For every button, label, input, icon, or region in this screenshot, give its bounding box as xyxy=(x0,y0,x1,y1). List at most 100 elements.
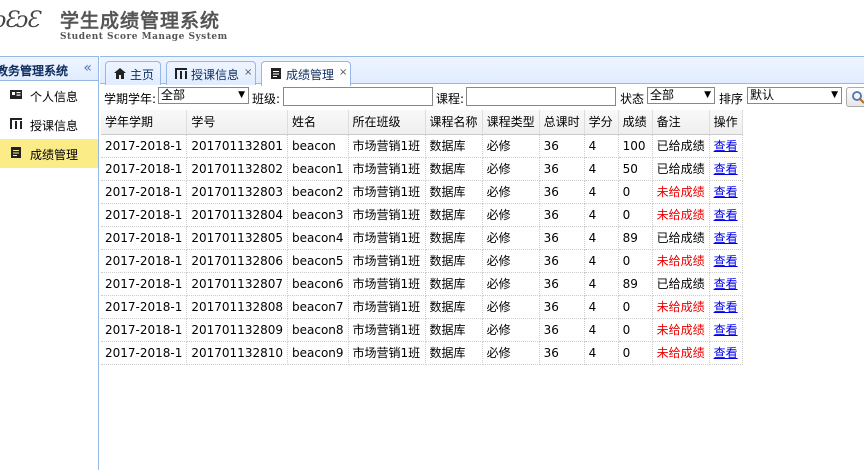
tab-label: 授课信息 xyxy=(191,68,240,82)
tab-home[interactable]: 主页 xyxy=(105,61,161,85)
tab-label: 成绩管理 xyxy=(286,68,335,82)
term-label: 学期学年: xyxy=(104,92,157,106)
id-card-icon xyxy=(10,90,22,99)
table-row[interactable]: 2017-2018-1 201701132807 beacon6 市场营销1班 数据库必… xyxy=(101,272,743,296)
student-id-cell: 201701132806 xyxy=(186,249,288,273)
term-select-value: 全部 xyxy=(161,88,186,102)
table-row[interactable]: 2017-2018-1 201701132808 beacon7 市场营销1班 数据库必… xyxy=(101,295,743,319)
hours-cell: 36 xyxy=(539,180,585,204)
course-cell: 数据库 xyxy=(425,203,483,227)
double-chevron-left-icon[interactable]: « xyxy=(83,60,92,76)
student-id-cell: 201701132808 xyxy=(186,295,288,319)
score-cell: 100 xyxy=(618,134,653,158)
table-row[interactable]: 2017-2018-1 201701132801 beacon 市场营销1班 数据库 必修… xyxy=(101,134,743,158)
sidebar-item-grade-management[interactable]: 成绩管理 xyxy=(0,139,98,168)
credit-cell: 4 xyxy=(584,295,619,319)
table-row[interactable]: 2017-2018-1 201701132803 beacon2 市场营销1班 数据库必… xyxy=(101,180,743,204)
remark-cell: 已给成绩 xyxy=(652,157,710,181)
document-icon xyxy=(11,147,21,158)
sort-select[interactable]: 默认 ▼ xyxy=(747,87,842,104)
hours-cell: 36 xyxy=(539,295,585,319)
course-cell: 数据库 xyxy=(425,272,483,296)
search-button[interactable] xyxy=(846,87,864,107)
sidebar-item-teaching-info[interactable]: 授课信息 xyxy=(0,110,98,139)
tab-bar: 主页 授课信息 × 成绩管理 × xyxy=(100,56,864,86)
grades-table: 学年学期 学号 姓名 所在班级 课程名称 课程类型 总课时 学分 成绩 备注 操… xyxy=(101,110,743,365)
term-cell: 2017-2018-1 xyxy=(101,272,188,296)
sidebar-item-personal-info[interactable]: 个人信息 xyxy=(0,81,98,110)
course-cell: 数据库 xyxy=(425,226,483,250)
table-header-row: 学年学期 学号 姓名 所在班级 课程名称 课程类型 总课时 学分 成绩 备注 操… xyxy=(101,110,743,135)
view-link[interactable]: 查看 xyxy=(714,323,738,337)
action-cell: 查看 xyxy=(709,226,743,250)
table-row[interactable]: 2017-2018-1 201701132804 beacon3 市场营销1班 数据库必… xyxy=(101,203,743,227)
column-header[interactable]: 备注 xyxy=(652,110,710,135)
column-header[interactable]: 操作 xyxy=(709,110,743,135)
sidebar-item-label: 个人信息 xyxy=(30,90,79,104)
column-header[interactable]: 所在班级 xyxy=(348,110,426,135)
hours-cell: 36 xyxy=(539,249,585,273)
action-cell: 查看 xyxy=(709,318,743,342)
column-header[interactable]: 学分 xyxy=(584,110,619,135)
table-row[interactable]: 2017-2018-1 201701132802 beacon1 市场营销1班 数据库必… xyxy=(101,157,743,181)
tab-grade-management[interactable]: 成绩管理 × xyxy=(261,61,351,86)
column-header[interactable]: 学年学期 xyxy=(101,110,188,135)
credit-cell: 4 xyxy=(584,134,619,158)
table-row[interactable]: 2017-2018-1 201701132806 beacon5 市场营销1班 数据库必… xyxy=(101,249,743,273)
column-header[interactable]: 成绩 xyxy=(618,110,653,135)
column-header[interactable]: 总课时 xyxy=(539,110,585,135)
filter-toolbar: 学期学年: 全部 ▼ 班级: 课程: 状态 全部 ▼ 排序 默认 ▼ xyxy=(101,86,864,108)
remark-cell: 未给成绩 xyxy=(652,203,710,227)
status-select[interactable]: 全部 ▼ xyxy=(647,87,715,104)
column-header[interactable]: 姓名 xyxy=(287,110,349,135)
hours-cell: 36 xyxy=(539,203,585,227)
view-link[interactable]: 查看 xyxy=(714,300,738,314)
credit-cell: 4 xyxy=(584,272,619,296)
view-link[interactable]: 查看 xyxy=(714,208,738,222)
term-cell: 2017-2018-1 xyxy=(101,249,188,273)
action-cell: 查看 xyxy=(709,272,743,296)
column-header[interactable]: 课程名称 xyxy=(425,110,483,135)
term-cell: 2017-2018-1 xyxy=(101,295,188,319)
student-id-cell: 201701132801 xyxy=(186,134,288,158)
column-header[interactable]: 课程类型 xyxy=(482,110,540,135)
column-header[interactable]: 学号 xyxy=(186,110,288,135)
view-link[interactable]: 查看 xyxy=(714,185,738,199)
name-cell: beacon1 xyxy=(287,157,349,181)
name-cell: beacon4 xyxy=(287,226,349,250)
course-type-cell: 必修 xyxy=(482,134,540,158)
hours-cell: 36 xyxy=(539,341,585,365)
view-link[interactable]: 查看 xyxy=(714,254,738,268)
student-id-cell: 201701132810 xyxy=(186,341,288,365)
table-row[interactable]: 2017-2018-1 201701132805 beacon4 市场营销1班 数据库必… xyxy=(101,226,743,250)
class-input[interactable] xyxy=(283,87,433,106)
course-type-cell: 必修 xyxy=(482,226,540,250)
table-row[interactable]: 2017-2018-1 201701132810 beacon9 市场营销1班 数据库必… xyxy=(101,341,743,365)
score-cell: 0 xyxy=(618,203,653,227)
term-cell: 2017-2018-1 xyxy=(101,226,188,250)
tab-label: 主页 xyxy=(130,68,155,82)
class-cell: 市场营销1班 xyxy=(348,295,426,319)
course-type-cell: 必修 xyxy=(482,157,540,181)
name-cell: beacon xyxy=(287,134,349,158)
name-cell: beacon7 xyxy=(287,295,349,319)
view-link[interactable]: 查看 xyxy=(714,231,738,245)
course-input[interactable] xyxy=(466,87,616,106)
close-icon[interactable]: × xyxy=(244,67,252,78)
view-link[interactable]: 查看 xyxy=(714,346,738,360)
table-row[interactable]: 2017-2018-1 201701132809 beacon8 市场营销1班 数据库必… xyxy=(101,318,743,342)
tab-teaching-info[interactable]: 授课信息 × xyxy=(166,61,256,85)
course-type-cell: 必修 xyxy=(482,318,540,342)
close-icon[interactable]: × xyxy=(339,67,347,78)
course-type-cell: 必修 xyxy=(482,203,540,227)
app-header: ᴐƐᴐƐ 学生成绩管理系统 Student Score Manage Syste… xyxy=(0,0,864,55)
view-link[interactable]: 查看 xyxy=(714,162,738,176)
action-cell: 查看 xyxy=(709,180,743,204)
view-link[interactable]: 查看 xyxy=(714,139,738,153)
view-link[interactable]: 查看 xyxy=(714,277,738,291)
action-cell: 查看 xyxy=(709,203,743,227)
score-cell: 0 xyxy=(618,180,653,204)
term-select[interactable]: 全部 ▼ xyxy=(158,87,249,104)
course-cell: 数据库 xyxy=(425,295,483,319)
credit-cell: 4 xyxy=(584,180,619,204)
